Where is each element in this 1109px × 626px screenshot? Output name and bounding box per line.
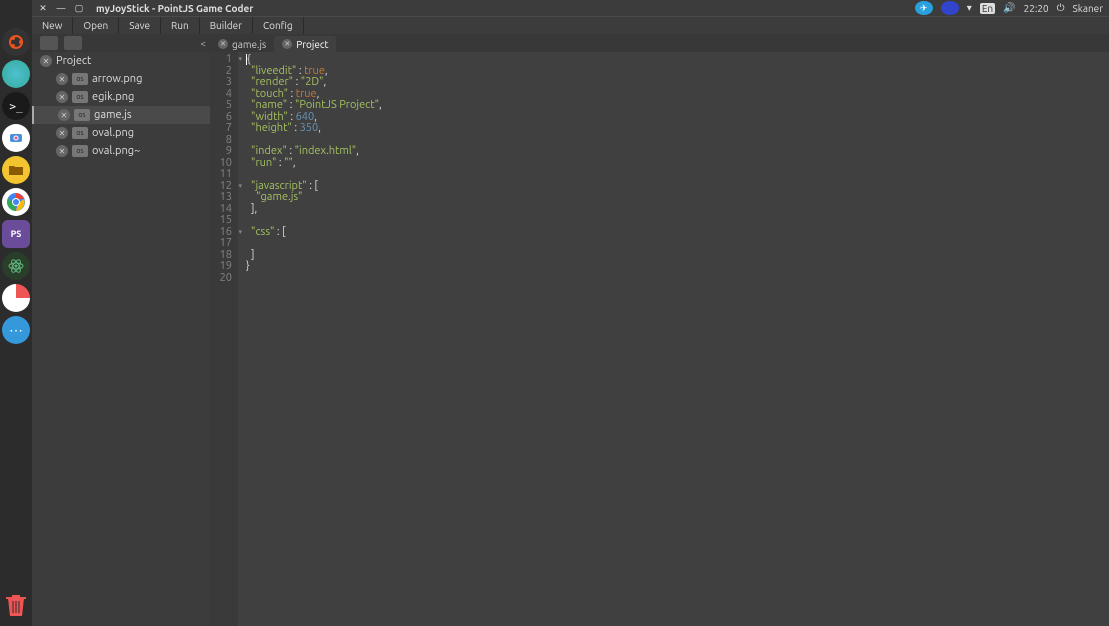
power-icon[interactable]: ⏻ <box>1057 2 1065 14</box>
close-icon[interactable]: ✕ <box>56 127 68 139</box>
sidebar-tools: < <box>32 34 210 52</box>
tree-root[interactable]: ✕ Project <box>32 52 210 70</box>
menu-run[interactable]: Run <box>161 17 200 34</box>
phpstorm-icon[interactable]: PS <box>2 220 30 248</box>
lang-indicator[interactable]: En <box>980 3 995 14</box>
stats-icon[interactable] <box>2 284 30 312</box>
telegram-icon[interactable]: ✈ <box>915 1 933 15</box>
file-icon: os <box>72 145 88 157</box>
wifi-icon[interactable]: ▾ <box>967 2 972 14</box>
file-name: oval.png~ <box>92 145 140 157</box>
code-editor[interactable]: 1 2 3 4 5 6 7 8 9 10 11 12 13 14 15 16 1 <box>210 52 1109 626</box>
more-icon[interactable]: ⋯ <box>2 316 30 344</box>
file-icon: os <box>72 73 88 85</box>
file-icon: os <box>72 91 88 103</box>
chrome-icon[interactable] <box>2 188 30 216</box>
main-window: ✕ — ▢ myJoyStick - PointJS Game Coder ✈ … <box>32 0 1109 626</box>
tree-file[interactable]: ✕ os egik.png <box>32 88 210 106</box>
sidebar-tool-2[interactable] <box>64 36 82 50</box>
file-name: game.js <box>94 109 132 121</box>
indicator-icon[interactable] <box>941 1 959 15</box>
launcher: >_ PS ⋯ <box>0 0 32 626</box>
menu-save[interactable]: Save <box>119 17 161 34</box>
tree-file[interactable]: ✕ os oval.png~ <box>32 142 210 160</box>
close-icon[interactable]: ✕ <box>56 91 68 103</box>
menu-config[interactable]: Config <box>253 17 304 34</box>
file-name: oval.png <box>92 127 134 139</box>
code-text[interactable]: { "liveedit" : true, "render" : "2D", "t… <box>238 52 1109 626</box>
menubar: New Open Save Run Builder Config <box>32 16 1109 34</box>
gutter: 1 2 3 4 5 6 7 8 9 10 11 12 13 14 15 16 1 <box>210 52 238 626</box>
apps-icon[interactable] <box>2 60 30 88</box>
tree-file-active[interactable]: ✕ os game.js <box>32 106 210 124</box>
sidebar-tool-1[interactable] <box>40 36 58 50</box>
user-name[interactable]: Skaner <box>1073 3 1103 14</box>
menu-builder[interactable]: Builder <box>200 17 253 34</box>
close-icon[interactable]: ✕ <box>56 145 68 157</box>
tab-gamejs[interactable]: ✕ game.js <box>210 36 274 52</box>
sidebar-collapse-icon[interactable]: < <box>200 38 210 49</box>
minimize-window-icon[interactable]: — <box>56 3 66 13</box>
terminal-icon[interactable]: >_ <box>2 92 30 120</box>
sidebar: < ✕ Project ✕ os arrow.png ✕ os egik.png <box>32 34 210 626</box>
close-icon[interactable]: ✕ <box>56 73 68 85</box>
file-icon: os <box>74 109 90 121</box>
tree-label: Project <box>56 55 91 67</box>
file-icon: os <box>72 127 88 139</box>
tab-bar: ✕ game.js ✕ Project <box>210 34 1109 52</box>
close-window-icon[interactable]: ✕ <box>38 3 48 13</box>
tree-file[interactable]: ✕ os oval.png <box>32 124 210 142</box>
trash-icon[interactable] <box>5 592 27 618</box>
editor-area: ✕ game.js ✕ Project 1 2 3 4 5 6 7 8 <box>210 34 1109 626</box>
close-icon[interactable]: ✕ <box>58 109 70 121</box>
close-icon[interactable]: ✕ <box>40 55 52 67</box>
tree-file[interactable]: ✕ os arrow.png <box>32 70 210 88</box>
atom-icon[interactable] <box>2 252 30 280</box>
tab-project[interactable]: ✕ Project <box>274 36 336 52</box>
menu-open[interactable]: Open <box>73 17 119 34</box>
tab-label: Project <box>296 39 328 50</box>
volume-icon[interactable]: 🔊 <box>1003 2 1015 14</box>
file-tree: ✕ Project ✕ os arrow.png ✕ os egik.png ✕… <box>32 52 210 160</box>
clock[interactable]: 22:20 <box>1024 3 1049 14</box>
maximize-window-icon[interactable]: ▢ <box>74 3 84 13</box>
titlebar: ✕ — ▢ myJoyStick - PointJS Game Coder ✈ … <box>32 0 1109 16</box>
file-name: arrow.png <box>92 73 142 85</box>
close-icon[interactable]: ✕ <box>282 39 292 49</box>
menu-new[interactable]: New <box>32 17 73 34</box>
ubuntu-icon[interactable] <box>2 28 30 56</box>
tab-label: game.js <box>232 39 266 50</box>
files-icon[interactable] <box>2 156 30 184</box>
file-name: egik.png <box>92 91 134 103</box>
close-icon[interactable]: ✕ <box>218 39 228 49</box>
content: < ✕ Project ✕ os arrow.png ✕ os egik.png <box>32 34 1109 626</box>
window-title: myJoyStick - PointJS Game Coder <box>96 3 253 14</box>
camera-icon[interactable] <box>2 124 30 152</box>
